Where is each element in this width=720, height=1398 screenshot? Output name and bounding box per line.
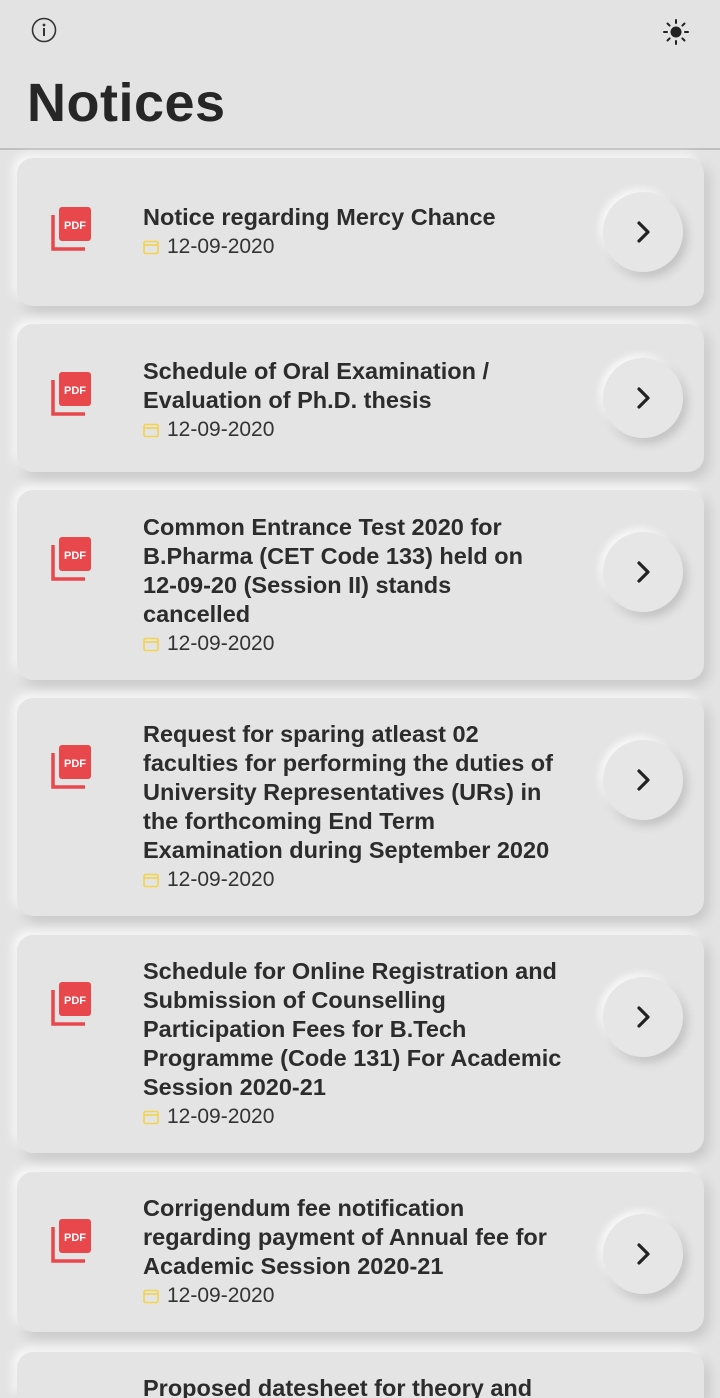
open-notice-button[interactable] — [603, 977, 683, 1057]
open-notice-button[interactable] — [603, 1214, 683, 1294]
open-notice-button[interactable] — [603, 740, 683, 820]
calendar-icon — [143, 873, 159, 888]
calendar-icon — [143, 1110, 159, 1125]
svg-text:PDF: PDF — [64, 1232, 86, 1244]
pdf-icon: PDF — [51, 982, 91, 1026]
svg-text:PDF: PDF — [64, 385, 86, 397]
notice-card[interactable]: PDF Schedule for Online Registration and… — [17, 935, 704, 1153]
pdf-icon: PDF — [51, 1219, 91, 1263]
notice-date: 12-09-2020 — [143, 416, 563, 444]
notice-date-text: 12-09-2020 — [167, 235, 275, 258]
notice-title: Schedule of Oral Examination / Evaluatio… — [143, 358, 490, 413]
svg-text:PDF: PDF — [64, 550, 86, 562]
notice-title: Schedule for Online Registration and Sub… — [143, 958, 562, 1100]
notice-title: Notice regarding Mercy Chance — [143, 204, 496, 230]
pdf-icon: PDF — [51, 745, 91, 789]
notice-date-text: 12-09-2020 — [167, 418, 275, 441]
chevron-right-icon — [637, 1006, 650, 1028]
notice-date: 12-09-2020 — [143, 1103, 563, 1131]
chevron-right-icon — [637, 221, 650, 243]
notice-card[interactable]: PDF Corrigendum fee notification regardi… — [17, 1172, 704, 1332]
notice-title: Proposed datesheet for theory and — [143, 1375, 533, 1398]
notice-date: 12-09-2020 — [143, 1282, 563, 1310]
chevron-right-icon — [637, 561, 650, 583]
notice-date-text: 12-09-2020 — [167, 632, 275, 655]
notice-card[interactable]: PDF Common Entrance Test 2020 for B.Phar… — [17, 490, 704, 680]
open-notice-button[interactable] — [603, 192, 683, 272]
notices-list: PDF Notice regarding Mercy Chance 12-09-… — [0, 0, 720, 1398]
chevron-right-icon — [637, 769, 650, 791]
svg-text:PDF: PDF — [64, 758, 86, 770]
notice-card[interactable]: PDF Notice regarding Mercy Chance 12-09-… — [17, 158, 704, 306]
notice-title: Request for sparing atleast 02 faculties… — [143, 721, 553, 863]
chevron-right-icon — [637, 387, 650, 409]
notice-date: 12-09-2020 — [143, 630, 563, 658]
pdf-icon: PDF — [51, 537, 91, 581]
notice-card[interactable]: Proposed datesheet for theory and — [17, 1352, 704, 1398]
notice-date-text: 12-09-2020 — [167, 1284, 275, 1307]
open-notice-button[interactable] — [603, 532, 683, 612]
notice-title: Common Entrance Test 2020 for B.Pharma (… — [143, 514, 523, 627]
calendar-icon — [143, 1289, 159, 1304]
calendar-icon — [143, 240, 159, 255]
pdf-icon: PDF — [51, 372, 91, 416]
calendar-icon — [143, 637, 159, 652]
pdf-icon: PDF — [51, 207, 91, 251]
notice-title: Corrigendum fee notification regarding p… — [143, 1195, 547, 1279]
svg-text:PDF: PDF — [64, 220, 86, 232]
calendar-icon — [143, 423, 159, 438]
notice-card[interactable]: PDF Schedule of Oral Examination / Evalu… — [17, 324, 704, 472]
notice-date-text: 12-09-2020 — [167, 868, 275, 891]
notice-date-text: 12-09-2020 — [167, 1105, 275, 1128]
notice-date: 12-09-2020 — [143, 866, 563, 894]
notice-card[interactable]: PDF Request for sparing atleast 02 facul… — [17, 698, 704, 916]
svg-text:PDF: PDF — [64, 995, 86, 1007]
open-notice-button[interactable] — [603, 358, 683, 438]
notice-date: 12-09-2020 — [143, 233, 563, 261]
chevron-right-icon — [637, 1243, 650, 1265]
